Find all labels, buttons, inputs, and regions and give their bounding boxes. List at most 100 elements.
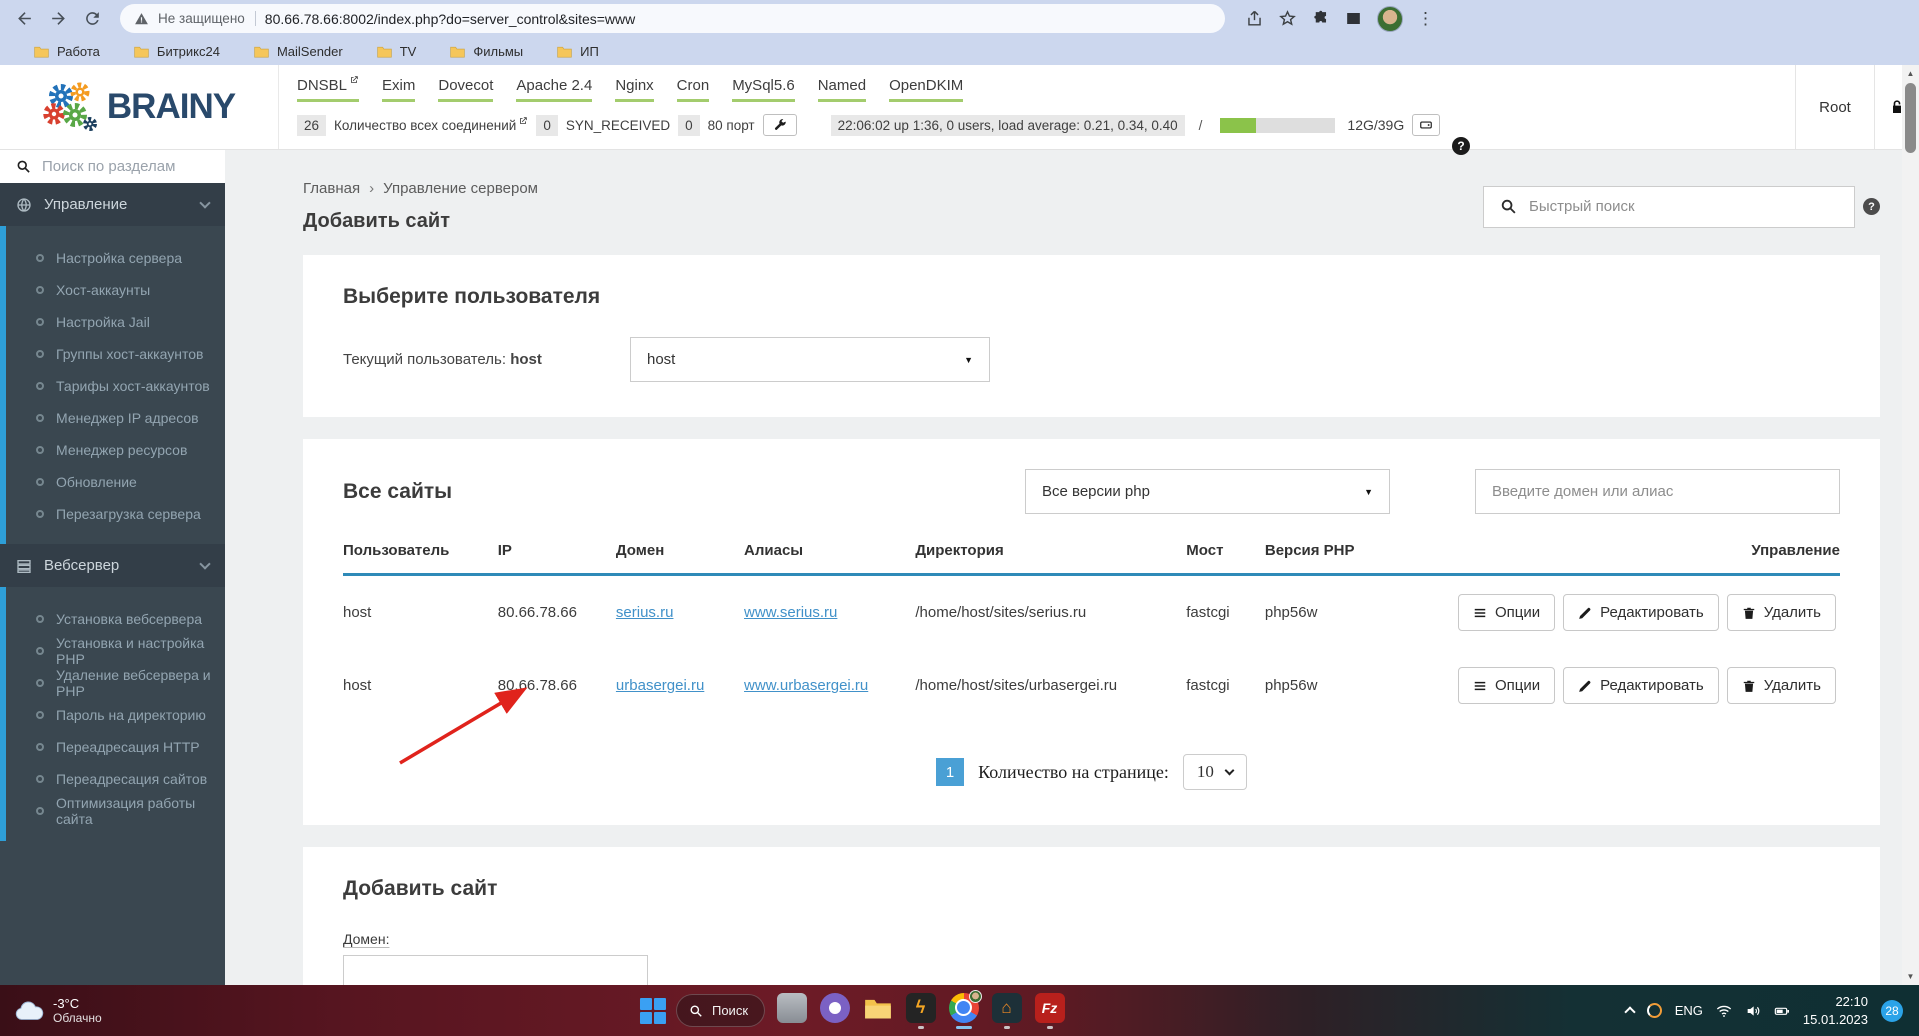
sidebar-item-directory-password[interactable]: Пароль на директорию (6, 699, 225, 731)
battery-icon[interactable] (1774, 1003, 1790, 1019)
menu-kebab-icon[interactable]: ⋮ (1417, 9, 1434, 29)
pencil-icon (1578, 679, 1592, 693)
bookmark-folder[interactable]: Работа (34, 44, 100, 59)
nav-dovecot[interactable]: Dovecot (438, 77, 493, 102)
domain-link[interactable]: serius.ru (616, 604, 674, 621)
new-domain-input[interactable] (343, 955, 648, 985)
sidebar-section-management[interactable]: Управление (0, 183, 225, 226)
sidebar-item-host-tariffs[interactable]: Тарифы хост-аккаунтов (6, 370, 225, 402)
sidebar-item-ip-manager[interactable]: Менеджер IP адресов (6, 402, 225, 434)
php-version-select[interactable]: Все версии php ▼ (1025, 469, 1390, 514)
side-panel-icon[interactable] (1344, 9, 1363, 28)
page-help-icon[interactable]: ? (1863, 198, 1880, 215)
nav-exim[interactable]: Exim (382, 77, 415, 102)
alias-link[interactable]: www.urbasergei.ru (744, 677, 868, 694)
wifi-icon[interactable] (1716, 1003, 1732, 1019)
sidebar-item-site-redirect[interactable]: Переадресация сайтов (6, 763, 225, 795)
quick-search[interactable] (1483, 186, 1855, 228)
lightning-app-icon[interactable]: ϟ (904, 991, 937, 1031)
sidebar-item-install-webserver[interactable]: Установка вебсервера (6, 603, 225, 635)
nav-dnsbl[interactable]: DNSBL (297, 77, 359, 102)
bookmark-folder[interactable]: Фильмы (450, 44, 523, 59)
options-button[interactable]: Опции (1458, 594, 1555, 631)
nav-apache[interactable]: Apache 2.4 (516, 77, 592, 102)
explorer-icon[interactable] (861, 991, 894, 1031)
sidebar-item-jail-settings[interactable]: Настройка Jail (6, 306, 225, 338)
scrollbar[interactable]: ▲ ▼ (1902, 65, 1919, 985)
sidebar-item-http-redirect[interactable]: Переадресация HTTP (6, 731, 225, 763)
weather-widget[interactable]: -3°C Облачно (0, 996, 102, 1025)
nav-opendkim[interactable]: OpenDKIM (889, 77, 963, 102)
sidebar-item-update[interactable]: Обновление (6, 466, 225, 498)
taskbar-search[interactable]: Поиск (676, 994, 765, 1027)
delete-button[interactable]: Удалить (1727, 594, 1836, 631)
status-separator: / (1199, 118, 1203, 133)
sidebar-search-input[interactable] (42, 158, 209, 175)
tray-chevron-up-icon[interactable] (1624, 1006, 1635, 1017)
logo[interactable]: BRAINY (0, 65, 279, 149)
bookmark-folder[interactable]: ИП (557, 44, 599, 59)
extensions-icon[interactable] (1311, 9, 1330, 28)
sidebar-item-install-php[interactable]: Установка и настройка PHP (6, 635, 225, 667)
scroll-down-arrow[interactable]: ▼ (1902, 968, 1919, 985)
share-icon[interactable] (1245, 9, 1264, 28)
notification-badge[interactable]: 28 (1881, 1000, 1903, 1022)
sidebar-search[interactable] (0, 150, 225, 183)
quick-search-input[interactable] (1529, 198, 1838, 215)
address-bar[interactable]: Не защищено 80.66.78.66:8002/index.php?d… (120, 4, 1225, 33)
page-number-button[interactable]: 1 (936, 758, 964, 786)
sidebar-item-server-settings[interactable]: Настройка сервера (6, 242, 225, 274)
domain-filter-input[interactable] (1475, 469, 1840, 514)
not-secure-icon (134, 12, 149, 26)
alias-link[interactable]: www.serius.ru (744, 604, 837, 621)
edit-button[interactable]: Редактировать (1563, 667, 1719, 704)
clock[interactable]: 22:10 15.01.2023 (1803, 993, 1868, 1028)
tray-app-icon[interactable] (1647, 1003, 1662, 1018)
sidebar-item-remove-webserver[interactable]: Удаление вебсервера и PHP (6, 667, 225, 699)
nav-nginx[interactable]: Nginx (615, 77, 653, 102)
volume-icon[interactable] (1745, 1003, 1761, 1019)
profile-avatar[interactable] (1377, 6, 1403, 32)
brand-name: BRAINY (107, 87, 235, 127)
options-button[interactable]: Опции (1458, 667, 1555, 704)
scrollbar-thumb[interactable] (1905, 83, 1916, 153)
bookmark-folder[interactable]: MailSender (254, 44, 343, 59)
sidebar-item-server-reboot[interactable]: Перезагрузка сервера (6, 498, 225, 530)
sidebar-item-host-groups[interactable]: Группы хост-аккаунтов (6, 338, 225, 370)
chevron-down-icon (1224, 765, 1234, 775)
current-user-label[interactable]: Root (1795, 65, 1874, 149)
header-help-icon[interactable]: ? (1452, 137, 1470, 155)
breadcrumb-home[interactable]: Главная (303, 180, 360, 197)
start-button[interactable] (640, 998, 666, 1024)
trash-icon (1742, 679, 1756, 693)
edit-button[interactable]: Редактировать (1563, 594, 1719, 631)
desktop-app-icon[interactable] (775, 991, 808, 1031)
sidebar-item-site-optimization[interactable]: Оптимизация работы сайта (6, 795, 225, 827)
bookmark-folder[interactable]: TV (377, 44, 417, 59)
sidebar-section-webserver[interactable]: Вебсервер (0, 544, 225, 587)
bookmark-folder[interactable]: Битрикс24 (134, 44, 220, 59)
forward-button[interactable] (44, 5, 72, 33)
bookmark-star-icon[interactable] (1278, 9, 1297, 28)
tools-button[interactable] (763, 114, 797, 136)
delete-button[interactable]: Удалить (1727, 667, 1836, 704)
chrome-icon[interactable] (947, 991, 980, 1031)
sidebar-item-host-accounts[interactable]: Хост-аккаунты (6, 274, 225, 306)
language-indicator[interactable]: ENG (1675, 1003, 1703, 1018)
sidebar-item-resource-manager[interactable]: Менеджер ресурсов (6, 434, 225, 466)
nav-mysql[interactable]: MySql5.6 (732, 77, 795, 102)
scroll-up-arrow[interactable]: ▲ (1902, 65, 1919, 82)
nav-cron[interactable]: Cron (677, 77, 710, 102)
back-button[interactable] (10, 5, 38, 33)
toolbar-actions: ⋮ (1245, 6, 1434, 32)
video-app-icon[interactable] (818, 991, 851, 1031)
home-app-icon[interactable]: ⌂ (990, 991, 1023, 1031)
domain-link[interactable]: urbasergei.ru (616, 677, 704, 694)
per-page-select[interactable]: 10 (1183, 754, 1247, 790)
nav-named[interactable]: Named (818, 77, 866, 102)
filezilla-icon[interactable]: Fz (1033, 991, 1066, 1031)
user-select[interactable]: host ▼ (630, 337, 990, 382)
disk-button[interactable] (1412, 114, 1440, 136)
connections-label[interactable]: Количество всех соединений (334, 118, 528, 133)
reload-button[interactable] (78, 5, 106, 33)
